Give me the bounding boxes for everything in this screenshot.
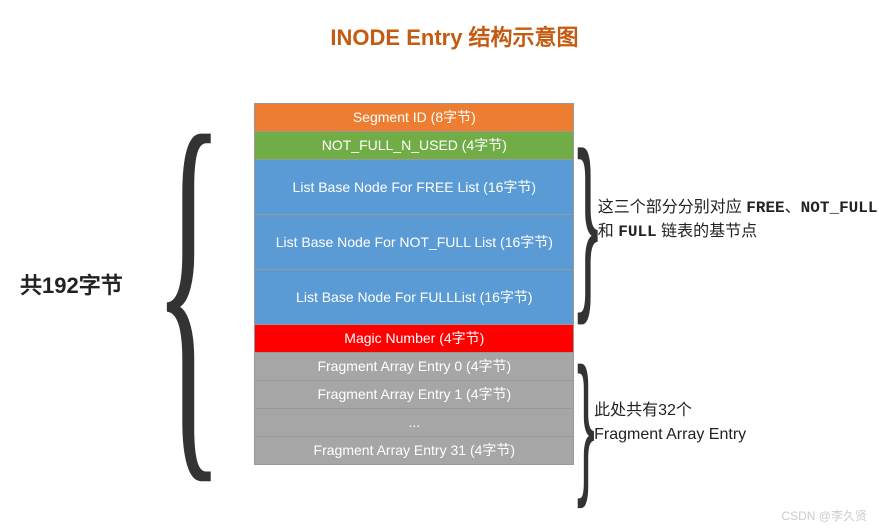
list-base-node-note: 这三个部分分别对应 FREE、NOT_FULL 和 FULL 链表的基节点 <box>598 196 878 244</box>
fragment-entry-0-row: Fragment Array Entry 0 (4字节) <box>255 353 573 381</box>
right-annotations: } 这三个部分分别对应 FREE、NOT_FULL 和 FULL 链表的基节点 … <box>578 67 877 500</box>
left-brace-icon: { <box>153 74 224 494</box>
not-full-n-used-row: NOT_FULL_N_USED (4字节) <box>255 132 573 160</box>
not-full-list-row: List Base Node For NOT_FULL List (16字节) <box>255 215 573 270</box>
inode-entry-structure: Segment ID (8字节) NOT_FULL_N_USED (4字节) L… <box>254 103 574 465</box>
full-list-row: List Base Node For FULLList (16字节) <box>255 270 573 325</box>
fragment-array-note-group: } 此处共有32个 Fragment Array Entry <box>578 345 877 500</box>
fragment-entry-31-row: Fragment Array Entry 31 (4字节) <box>255 437 573 465</box>
magic-number-row: Magic Number (4字节) <box>255 325 573 353</box>
fragment-entry-1-row: Fragment Array Entry 1 (4字节) <box>255 381 573 409</box>
total-size-label: 共192字节 <box>20 268 123 300</box>
right-brace-icon: } <box>577 345 595 500</box>
diagram-title: INODE Entry 结构示意图 <box>0 20 879 52</box>
fragment-array-note: 此处共有32个 Fragment Array Entry <box>594 399 746 447</box>
diagram-container: 共192字节 { Segment ID (8字节) NOT_FULL_N_USE… <box>0 67 879 500</box>
free-list-row: List Base Node For FREE List (16字节) <box>255 160 573 215</box>
watermark: CSDN @李久贤 <box>781 507 867 524</box>
right-brace-icon: } <box>577 125 599 315</box>
list-base-node-note-group: } 这三个部分分别对应 FREE、NOT_FULL 和 FULL 链表的基节点 <box>578 125 877 315</box>
segment-id-row: Segment ID (8字节) <box>255 104 573 132</box>
fragment-entry-dots-row: ... <box>255 409 573 437</box>
